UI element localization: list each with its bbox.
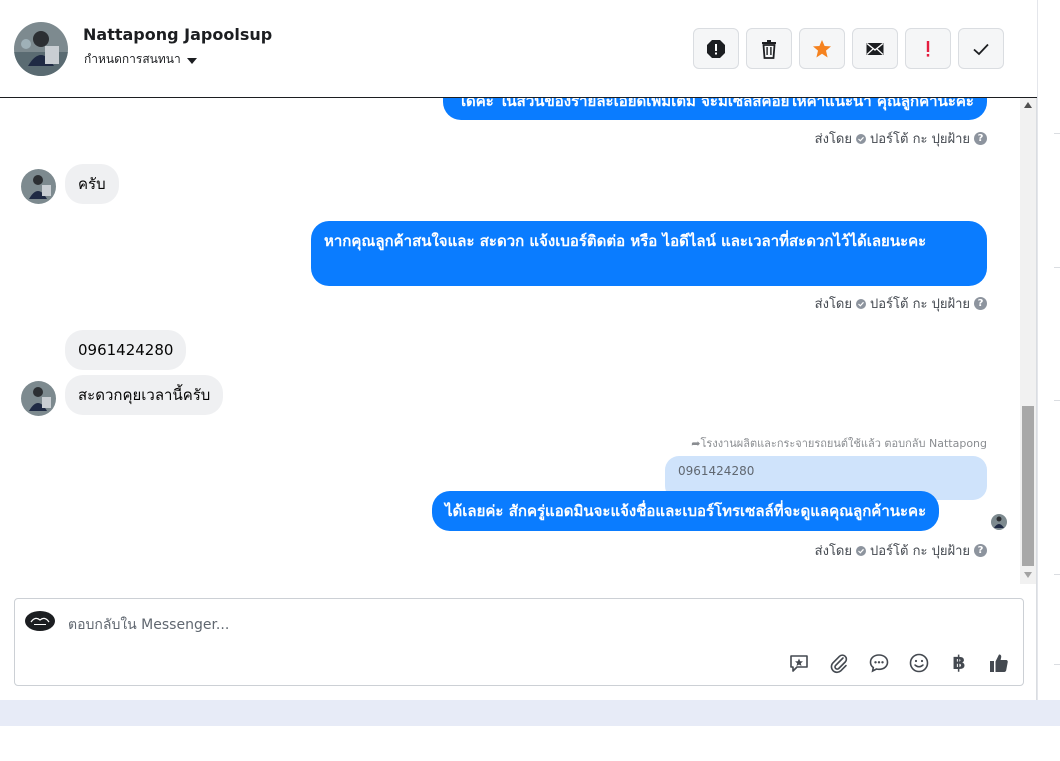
help-icon[interactable]: ? (974, 297, 987, 310)
sent-by-info: ส่งโดย ปอร์โต้ กะ ปุยฝ้าย ? (815, 293, 987, 314)
contact-avatar[interactable] (14, 22, 68, 76)
check-circle-icon (856, 133, 866, 144)
incoming-message[interactable]: 0961424280 (65, 330, 187, 370)
conversation-panel: Nattapong Japoolsup กำหนดการสนทนา ได้ค่ะ… (0, 0, 1037, 700)
reply-meta: ➦โรงงานผลิตและกระจายรถยนต์ใช้แล้ว ตอบกลั… (691, 434, 987, 452)
chat-bubble-icon[interactable] (867, 651, 891, 675)
message-text: 0961424280 (78, 341, 174, 359)
trash-icon (762, 39, 776, 59)
reply-arrow-icon: ➦ (691, 437, 701, 450)
sender-name: ปอร์โต้ กะ ปุยฝ้าย (870, 297, 970, 312)
thumbs-up-icon[interactable] (987, 651, 1011, 675)
reply-input[interactable]: ตอบกลับใน Messenger... (68, 614, 229, 636)
help-icon[interactable]: ? (974, 132, 987, 145)
bottom-band (0, 700, 1060, 726)
emoji-icon[interactable] (907, 651, 931, 675)
contact-avatar-small[interactable] (21, 381, 56, 416)
right-sidebar-edge (1037, 0, 1060, 700)
reply-meta-text: โรงงานผลิตและกระจายรถยนต์ใช้แล้ว ตอบกลับ… (700, 437, 988, 450)
follow-up-button[interactable] (905, 28, 951, 69)
reply-composer: ตอบกลับใน Messenger... ฿ (14, 598, 1024, 686)
assign-conversation-dropdown[interactable]: กำหนดการสนทนา (84, 50, 197, 69)
incoming-message[interactable]: ครับ (65, 164, 119, 204)
scroll-down-arrow[interactable] (1024, 572, 1032, 578)
sent-by-label: ส่งโดย (814, 132, 852, 147)
conversation-header: Nattapong Japoolsup กำหนดการสนทนา (0, 0, 1037, 98)
contact-avatar-small[interactable] (21, 169, 56, 204)
message-text: สะดวกคุยเวลานี้ครับ (78, 386, 211, 404)
sender-name: ปอร์โต้ กะ ปุยฝ้าย (870, 132, 970, 147)
spam-button[interactable] (693, 28, 739, 69)
message-text: ครับ (78, 175, 106, 193)
page-logo (25, 611, 55, 631)
message-text: ได้เลยค่ะ สักครู่แอดมินจะแจ้งชื่อและเบอร… (445, 502, 927, 520)
caret-down-icon (186, 57, 197, 64)
mark-unread-button[interactable] (852, 28, 898, 69)
message-text: ได้ค่ะ ในส่วนของรายละเอียดเพิ่มเติม จะมี… (458, 98, 974, 110)
sent-by-info: ส่งโดย ปอร์โต้ กะ ปุยฝ้าย ? (815, 128, 987, 149)
exclamation-icon (926, 40, 930, 57)
paperclip-icon[interactable] (827, 651, 851, 675)
sent-by-label: ส่งโดย (814, 297, 852, 312)
incoming-message[interactable]: สะดวกคุยเวลานี้ครับ (65, 375, 224, 415)
header-actions (693, 28, 1004, 69)
message-text: หากคุณลูกค้าสนใจและ สะดวก แจ้งเบอร์ติดต่… (324, 232, 927, 250)
saved-reply-icon[interactable] (787, 651, 811, 675)
check-circle-icon (856, 298, 866, 309)
baht-icon[interactable]: ฿ (947, 651, 971, 675)
sender-name: ปอร์โต้ กะ ปุยฝ้าย (870, 544, 970, 559)
sent-by-label: ส่งโดย (814, 544, 852, 559)
quoted-text: 0961424280 (678, 464, 755, 478)
inbox-page: Nattapong Japoolsup กำหนดการสนทนา ได้ค่ะ… (0, 0, 1060, 761)
composer-tools: ฿ (787, 651, 1011, 675)
sent-by-info: ส่งโดย ปอร์โต้ กะ ปุยฝ้าย ? (815, 540, 987, 561)
check-circle-icon (856, 545, 866, 556)
envelope-icon (866, 42, 884, 55)
contact-name[interactable]: Nattapong Japoolsup (83, 25, 272, 44)
message-thread: ได้ค่ะ ในส่วนของรายละเอียดเพิ่มเติม จะมี… (0, 98, 1020, 584)
outgoing-message[interactable]: ได้เลยค่ะ สักครู่แอดมินจะแจ้งชื่อและเบอร… (432, 491, 940, 531)
seen-avatar (991, 514, 1007, 530)
assign-label: กำหนดการสนทนา (84, 52, 181, 66)
delete-button[interactable] (746, 28, 792, 69)
scrollbar-thumb[interactable] (1022, 406, 1034, 566)
thread-scrollbar[interactable] (1020, 98, 1036, 584)
alert-octagon-icon (707, 39, 725, 58)
outgoing-message[interactable]: หากคุณลูกค้าสนใจและ สะดวก แจ้งเบอร์ติดต่… (311, 221, 987, 286)
done-button[interactable] (958, 28, 1004, 69)
check-icon (973, 43, 989, 55)
star-button[interactable] (799, 28, 845, 69)
scroll-up-arrow[interactable] (1024, 102, 1032, 108)
outgoing-message[interactable]: ได้ค่ะ ในส่วนของรายละเอียดเพิ่มเติม จะมี… (443, 98, 987, 120)
star-icon (813, 39, 831, 57)
help-icon[interactable]: ? (974, 544, 987, 557)
